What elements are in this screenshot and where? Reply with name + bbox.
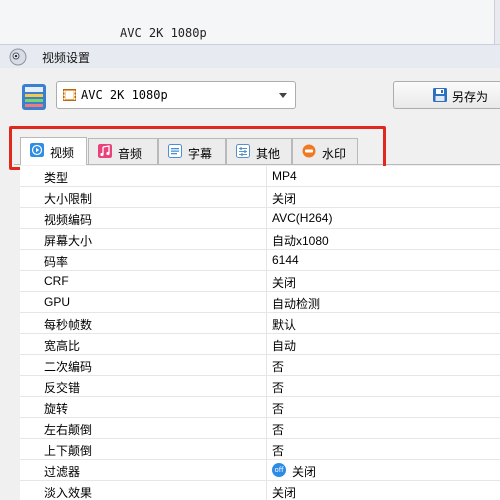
property-value: 否 bbox=[272, 423, 285, 437]
property-value: 自动检测 bbox=[272, 297, 321, 311]
property-key: 淡入效果 bbox=[44, 486, 93, 500]
property-key: 屏幕大小 bbox=[44, 234, 93, 248]
property-value: 关闭 bbox=[272, 192, 297, 206]
property-value: AVC(H264) bbox=[272, 211, 333, 225]
property-value: 默认 bbox=[272, 318, 297, 332]
property-key: 反交错 bbox=[44, 381, 81, 395]
property-row[interactable]: 淡入效果 关闭 bbox=[20, 481, 500, 500]
property-value: MP4 bbox=[272, 169, 297, 183]
property-row[interactable]: 过滤器 off 关闭 bbox=[20, 460, 500, 481]
column-divider bbox=[266, 334, 267, 355]
column-divider bbox=[266, 187, 267, 208]
property-key: GPU bbox=[44, 295, 71, 309]
property-value: 否 bbox=[272, 381, 285, 395]
column-divider bbox=[266, 292, 267, 313]
property-key: 二次编码 bbox=[44, 360, 93, 374]
property-key: 旋转 bbox=[44, 402, 69, 416]
property-row[interactable]: 宽高比 自动 bbox=[20, 334, 500, 355]
column-divider bbox=[266, 397, 267, 418]
property-value: 否 bbox=[272, 402, 285, 416]
toggle-off-icon[interactable]: off bbox=[272, 463, 286, 477]
property-value: 自动x1080 bbox=[272, 234, 329, 248]
properties-grid: 类型 MP4 大小限制 关闭 视频编码 AVC(H264) 屏幕大小 自动x1080 码… bbox=[20, 166, 500, 500]
preset-value: AVC 2K 1080p bbox=[81, 88, 168, 102]
app-logo-icon bbox=[9, 48, 27, 66]
property-row[interactable]: 类型 MP4 bbox=[20, 166, 500, 187]
property-row[interactable]: 屏幕大小 自动x1080 bbox=[20, 229, 500, 250]
property-row[interactable]: GPU 自动检测 bbox=[20, 292, 500, 313]
column-divider bbox=[266, 313, 267, 334]
property-key: 大小限制 bbox=[44, 192, 93, 206]
save-as-label: 另存为 bbox=[452, 90, 489, 104]
preset-dropdown[interactable]: AVC 2K 1080p bbox=[56, 81, 296, 109]
property-value: 6144 bbox=[272, 253, 299, 267]
column-divider bbox=[266, 166, 267, 187]
floppy-disk-icon bbox=[433, 88, 447, 102]
column-divider bbox=[266, 418, 267, 439]
film-icon bbox=[63, 89, 76, 101]
column-divider bbox=[266, 355, 267, 376]
property-key: 类型 bbox=[44, 171, 69, 185]
background-window-title: AVC 2K 1080p bbox=[120, 26, 207, 40]
property-value: 关闭 bbox=[272, 276, 297, 290]
property-key: CRF bbox=[44, 274, 69, 288]
property-row[interactable]: 码率 6144 bbox=[20, 250, 500, 271]
property-row[interactable]: 反交错 否 bbox=[20, 376, 500, 397]
property-value: 关闭 bbox=[292, 465, 317, 479]
column-divider bbox=[266, 460, 267, 481]
property-value: 自动 bbox=[272, 339, 297, 353]
dialog-title: 视频设置 bbox=[42, 51, 91, 65]
column-divider bbox=[266, 271, 267, 292]
property-row[interactable]: 旋转 否 bbox=[20, 397, 500, 418]
column-divider bbox=[266, 250, 267, 271]
chevron-down-icon bbox=[279, 93, 287, 98]
column-divider bbox=[266, 376, 267, 397]
property-value: 关闭 bbox=[272, 486, 297, 500]
property-row[interactable]: 视频编码 AVC(H264) bbox=[20, 208, 500, 229]
background-window bbox=[0, 0, 500, 44]
property-row[interactable]: 大小限制 关闭 bbox=[20, 187, 500, 208]
property-row[interactable]: 上下颠倒 否 bbox=[20, 439, 500, 460]
column-divider bbox=[266, 229, 267, 250]
property-row[interactable]: 每秒帧数 默认 bbox=[20, 313, 500, 334]
property-value: 否 bbox=[272, 444, 285, 458]
property-key: 视频编码 bbox=[44, 213, 93, 227]
background-scrollbar[interactable] bbox=[494, 0, 500, 44]
property-key: 每秒帧数 bbox=[44, 318, 93, 332]
column-divider bbox=[266, 439, 267, 460]
column-divider bbox=[266, 208, 267, 229]
dialog-titlebar[interactable]: 视频设置 bbox=[0, 44, 500, 68]
property-key: 过滤器 bbox=[44, 465, 81, 479]
preset-list-icon bbox=[22, 84, 46, 110]
column-divider bbox=[266, 481, 267, 500]
property-key: 左右颠倒 bbox=[44, 423, 93, 437]
property-row[interactable]: 左右颠倒 否 bbox=[20, 418, 500, 439]
property-key: 码率 bbox=[44, 255, 69, 269]
property-key: 上下颠倒 bbox=[44, 444, 93, 458]
save-as-button[interactable]: 另存为 bbox=[393, 81, 500, 109]
tab-highlight-annotation bbox=[9, 126, 386, 170]
property-key: 宽高比 bbox=[44, 339, 81, 353]
property-row[interactable]: 二次编码 否 bbox=[20, 355, 500, 376]
property-row[interactable]: CRF 关闭 bbox=[20, 271, 500, 292]
property-value: 否 bbox=[272, 360, 285, 374]
